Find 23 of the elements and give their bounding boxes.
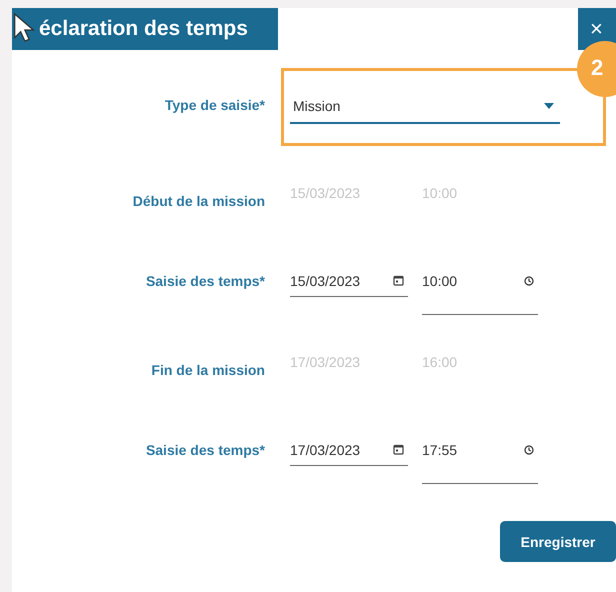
dialog-title: éclaration des temps [12,8,278,50]
time-text: 16:00 [422,354,458,372]
time-field[interactable]: 10:00 [422,265,538,315]
field-label: Saisie des temps* [144,441,266,460]
time-field[interactable]: 17:55 [422,434,538,484]
clock-icon [524,276,534,286]
date-text: 17/03/2023 [289,354,362,372]
date-text: 15/03/2023 [289,185,362,203]
section-label: Début de la mission [132,192,266,209]
mouse-pointer-icon [13,12,35,43]
step-badge: 2 [577,41,616,97]
time-text: 10:00 [422,185,458,203]
clock-icon [524,445,534,455]
field-label: Type de saisie* [164,96,266,115]
save-button[interactable]: Enregistrer [500,521,616,562]
field-label: Saisie des temps* [144,272,266,291]
type-select[interactable]: Mission [290,90,560,124]
date-field[interactable]: 17/03/2023 [290,434,408,466]
section-label: Fin de la mission [150,361,266,378]
calendar-icon [393,444,404,455]
calendar-icon [393,275,404,286]
dropdown-arrow-icon [544,103,554,109]
date-field[interactable]: 15/03/2023 [290,265,408,297]
